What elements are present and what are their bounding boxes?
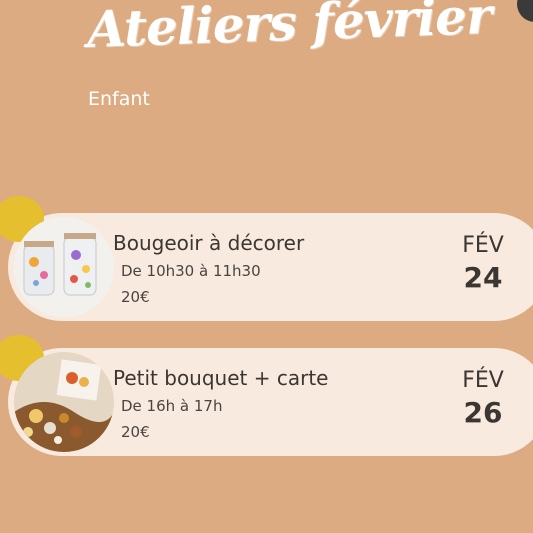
event-time: De 16h à 17h bbox=[121, 397, 223, 415]
event-time: De 10h30 à 11h30 bbox=[121, 262, 261, 280]
page-title: Ateliers février bbox=[86, 0, 493, 59]
event-thumbnail-candle-jars bbox=[14, 217, 114, 317]
event-date-month: FÉV bbox=[462, 233, 504, 258]
event-card-bouquet[interactable]: Petit bouquet + carte De 16h à 17h 20€ F… bbox=[0, 335, 533, 456]
event-title: Petit bouquet + carte bbox=[113, 366, 329, 390]
event-title: Bougeoir à décorer bbox=[113, 231, 305, 255]
event-price: 20€ bbox=[121, 288, 150, 306]
corner-dot bbox=[517, 0, 533, 22]
page-subtitle: Enfant bbox=[88, 88, 150, 110]
event-price: 20€ bbox=[121, 423, 150, 441]
event-date-day: 24 bbox=[463, 261, 503, 294]
event-thumbnail-bouquet bbox=[14, 352, 114, 452]
event-date-month: FÉV bbox=[462, 368, 504, 393]
event-card-bougeoir[interactable]: Bougeoir à décorer De 10h30 à 11h30 20€ … bbox=[0, 196, 533, 321]
event-date-day: 26 bbox=[463, 396, 503, 429]
